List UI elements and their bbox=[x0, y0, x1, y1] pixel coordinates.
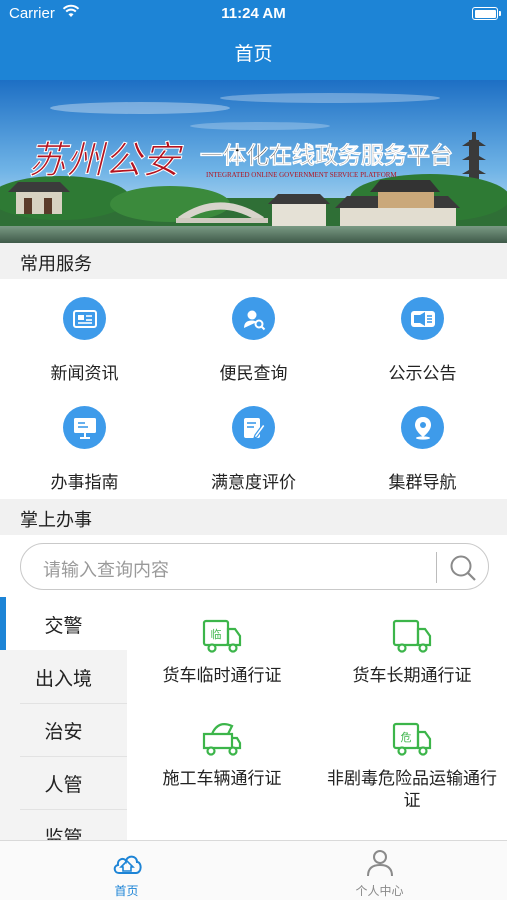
banner-image[interactable]: 苏州公安 一体化在线政务服务平台 INTEGRATED ONLINE GOVER… bbox=[0, 80, 507, 243]
status-bar: Carrier 11:24 AM bbox=[0, 0, 507, 28]
common-services-title: 常用服务 bbox=[20, 254, 92, 275]
service-guide[interactable]: 办事指南 bbox=[0, 406, 169, 496]
category-supervision[interactable]: 监管 bbox=[0, 809, 127, 840]
location-pin-icon bbox=[401, 406, 444, 449]
service-label: 办事指南 bbox=[50, 473, 119, 493]
service-evaluation[interactable]: 满意度评价 bbox=[169, 406, 338, 496]
banner-script-title: 苏州公安 bbox=[28, 138, 184, 182]
category-label: 监管 bbox=[44, 827, 83, 840]
announcement-icon bbox=[401, 297, 444, 340]
banner-subtitle: INTEGRATED ONLINE GOVERNMENT SERVICE PLA… bbox=[206, 171, 397, 179]
permit-truck-temporary[interactable]: 临 货车临时通行证 bbox=[127, 615, 317, 705]
service-news[interactable]: 新闻资讯 bbox=[0, 297, 169, 387]
permit-truck-long-term[interactable]: 货车长期通行证 bbox=[317, 615, 507, 705]
service-navigation[interactable]: 集群导航 bbox=[338, 406, 507, 496]
truck-badge: 危 bbox=[401, 731, 412, 744]
hazard-truck-icon: 危 bbox=[392, 718, 432, 758]
evaluation-icon bbox=[232, 406, 275, 449]
tab-home[interactable]: 首页 bbox=[0, 841, 253, 901]
tab-label: 个人中心 bbox=[355, 884, 404, 898]
category-exit-entry[interactable]: 出入境 bbox=[0, 650, 127, 703]
service-query[interactable]: 便民查询 bbox=[169, 297, 338, 387]
service-label: 集群导航 bbox=[388, 473, 457, 493]
search-input[interactable]: 请输入查询内容 bbox=[43, 556, 169, 582]
category-label: 出入境 bbox=[34, 668, 92, 690]
category-label: 交警 bbox=[44, 615, 83, 637]
search-bar[interactable]: 请输入查询内容 bbox=[20, 543, 489, 590]
guide-board-icon bbox=[63, 406, 106, 449]
permit-construction-vehicle[interactable]: 施工车辆通行证 bbox=[127, 718, 317, 808]
service-announcement[interactable]: 公示公告 bbox=[338, 297, 507, 387]
category-label: 治安 bbox=[44, 721, 83, 743]
navigation-bar: 首页 bbox=[0, 28, 507, 80]
user-search-icon bbox=[232, 297, 275, 340]
battery-icon bbox=[472, 7, 501, 20]
permit-label: 货车长期通行证 bbox=[352, 666, 472, 686]
tab-profile[interactable]: 个人中心 bbox=[253, 841, 506, 901]
construction-truck-icon bbox=[202, 718, 242, 758]
permit-hazardous-transport[interactable]: 危 非剧毒危险品运输通行证 bbox=[317, 718, 507, 828]
service-label: 满意度评价 bbox=[211, 473, 296, 493]
newspaper-icon bbox=[63, 297, 106, 340]
search-divider bbox=[436, 552, 437, 583]
truck-long-term-icon bbox=[392, 615, 432, 655]
category-population[interactable]: 人管 bbox=[0, 756, 127, 809]
status-time: 11:24 AM bbox=[221, 5, 286, 22]
permit-label: 非剧毒危险品运输通行证 bbox=[327, 769, 497, 811]
common-services-header: 常用服务 bbox=[0, 243, 507, 279]
service-label: 公示公告 bbox=[388, 364, 457, 384]
handheld-services-title: 掌上办事 bbox=[20, 510, 92, 531]
category-sidebar: 交警 出入境 治安 人管 监管 bbox=[0, 597, 127, 840]
handheld-services-header: 掌上办事 bbox=[0, 499, 507, 535]
permit-label: 施工车辆通行证 bbox=[162, 769, 282, 789]
common-services-grid: 新闻资讯 便民查询 公示公告 办事指南 满意度评价 集群导航 bbox=[0, 279, 507, 497]
search-icon[interactable] bbox=[447, 553, 479, 583]
permit-label: 货车临时通行证 bbox=[162, 666, 282, 686]
truck-temporary-icon: 临 bbox=[202, 615, 242, 655]
person-icon bbox=[364, 849, 396, 877]
page-title: 首页 bbox=[234, 43, 273, 65]
truck-badge: 临 bbox=[211, 627, 222, 641]
category-public-security[interactable]: 治安 bbox=[0, 703, 127, 756]
service-label: 新闻资讯 bbox=[50, 364, 119, 384]
category-label: 人管 bbox=[44, 774, 83, 796]
service-label: 便民查询 bbox=[219, 364, 288, 384]
category-traffic-police[interactable]: 交警 bbox=[0, 597, 127, 650]
home-cloud-icon bbox=[111, 849, 143, 877]
banner-headline: 一体化在线政务服务平台 bbox=[200, 142, 453, 169]
tab-label: 首页 bbox=[114, 884, 139, 898]
tab-bar: 首页 个人中心 bbox=[0, 840, 507, 900]
